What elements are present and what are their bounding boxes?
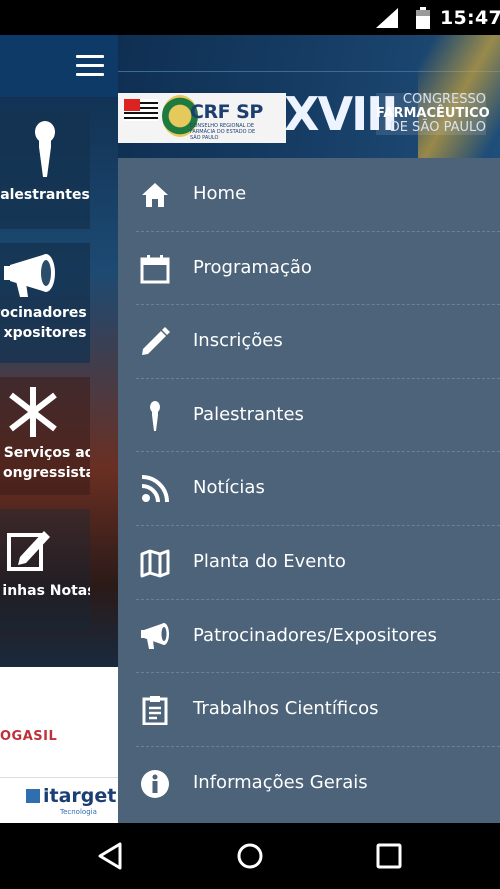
sponsor-name: itarget	[43, 785, 117, 807]
tile-label-line2: xpositores	[3, 325, 87, 341]
divider	[0, 777, 118, 778]
menu-item-inscricoes[interactable]: Inscrições	[118, 305, 500, 379]
congress-line: CONGRESSO	[402, 92, 486, 107]
background-app: alestrantes rocinadores / xpositores Ser…	[0, 35, 118, 823]
congress-title: CONGRESSO FARMACÊUTICO DE SÃO PAULO	[376, 92, 490, 135]
sao-paulo-flag-icon	[124, 99, 158, 121]
home-circle-icon[interactable]	[235, 841, 265, 871]
congress-line: DE SÃO PAULO	[389, 120, 486, 135]
signal-icon	[376, 8, 398, 28]
tile-label: rocinadores /	[0, 305, 90, 321]
sponsor-logo: OGASIL	[0, 729, 58, 744]
sponsor-strip: OGASIL itarget Tecnologia	[0, 667, 118, 823]
rss-icon	[141, 475, 169, 503]
menu-item-palestrantes[interactable]: Palestrantes	[118, 379, 500, 453]
microphone-icon	[35, 121, 55, 177]
menu-item-label: Trabalhos Científicos	[193, 698, 379, 720]
crf-logo-subtext: CONSELHO REGIONAL DE FARMÁCIA DO ESTADO …	[190, 123, 256, 141]
hamburger-menu-icon[interactable]	[76, 55, 104, 77]
menu-item-label: Planta do Evento	[193, 550, 346, 572]
menu-item-label: Inscrições	[193, 330, 283, 352]
menu-item-programacao[interactable]: Programação	[118, 232, 500, 306]
clipboard-icon	[142, 696, 168, 726]
menu-item-label: Programação	[193, 256, 312, 278]
menu-item-label: Informações Gerais	[193, 771, 368, 793]
navigation-drawer: CRF SP CONSELHO REGIONAL DE FARMÁCIA DO …	[118, 35, 500, 823]
sponsor-subtitle: Tecnologia	[60, 808, 97, 816]
menu-item-trabalhos-cientificos[interactable]: Trabalhos Científicos	[118, 673, 500, 747]
tile-label-line2: ongressista	[3, 465, 90, 481]
clock: 15:47	[440, 7, 500, 29]
home-icon	[142, 183, 168, 207]
drawer-menu: Home Programação Inscrições Palestrantes…	[118, 158, 500, 820]
sponsor-logo: itarget	[26, 785, 116, 807]
pencil-icon	[142, 327, 170, 356]
menu-item-label: Notícias	[193, 477, 265, 499]
background-app-toolbar	[0, 35, 118, 97]
system-nav-bar	[0, 823, 500, 889]
tile-label: inhas Notas	[2, 583, 90, 599]
menu-item-label: Palestrantes	[193, 403, 304, 425]
map-icon	[140, 549, 170, 578]
battery-icon	[416, 7, 430, 29]
recents-icon[interactable]	[374, 841, 404, 871]
megaphone-icon	[141, 622, 169, 649]
crf-logo-text: CRF SP	[190, 101, 263, 123]
tile-label: Serviços ao	[3, 445, 90, 461]
info-icon	[141, 769, 169, 798]
menu-item-label: Home	[193, 183, 247, 204]
tile-servicos[interactable]: Serviços ao ongressista	[0, 377, 90, 495]
tile-minhas-notas[interactable]: inhas Notas	[0, 509, 90, 629]
menu-item-informacoes-gerais[interactable]: Informações Gerais	[118, 747, 500, 821]
microphone-icon	[150, 400, 160, 431]
menu-item-planta-do-evento[interactable]: Planta do Evento	[118, 526, 500, 600]
congress-line: FARMACÊUTICO	[376, 106, 490, 121]
tile-palestrantes[interactable]: alestrantes	[0, 111, 90, 229]
asterisk-icon	[9, 387, 57, 437]
calendar-icon	[140, 254, 170, 284]
menu-item-label: Patrocinadores/Expositores	[193, 624, 437, 646]
edit-note-icon	[7, 531, 50, 571]
menu-item-home[interactable]: Home	[118, 158, 500, 232]
back-icon[interactable]	[96, 841, 126, 871]
tile-label: alestrantes	[0, 187, 90, 203]
megaphone-icon	[4, 254, 55, 297]
tile-patrocinadores[interactable]: rocinadores / xpositores	[0, 243, 90, 363]
menu-item-noticias[interactable]: Notícias	[118, 452, 500, 526]
drawer-header-banner: CRF SP CONSELHO REGIONAL DE FARMÁCIA DO …	[118, 35, 500, 158]
menu-item-patrocinadores[interactable]: Patrocinadores/Expositores	[118, 600, 500, 674]
status-bar: 15:47	[0, 0, 500, 35]
